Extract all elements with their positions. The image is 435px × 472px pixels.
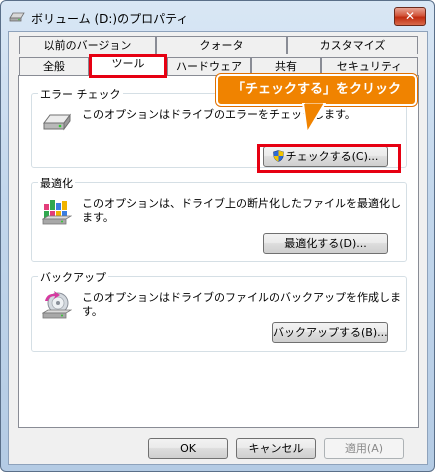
callout-text: 「チェックする」をクリック <box>231 82 401 97</box>
close-icon: ✕ <box>404 9 416 23</box>
backup-title: バックアップ <box>38 269 108 285</box>
backup-label: バックアップする(B)... <box>273 326 388 339</box>
tab-label: セキュリティ <box>336 60 403 73</box>
backup-group: バックアップ このオプションはドライブのファイルのバックアップを作成します。 バ… <box>31 269 407 352</box>
tab-security[interactable]: セキュリティ <box>321 57 418 75</box>
apply-label: 適用(A) <box>344 442 384 455</box>
optimize-label: 最適化する(D)... <box>284 237 367 250</box>
ok-button[interactable]: OK <box>148 438 228 459</box>
tab-hardware[interactable]: ハードウェア <box>167 57 251 75</box>
tab-quota[interactable]: クォータ <box>156 36 287 54</box>
tab-label: 共有 <box>275 60 297 73</box>
error-check-title: エラー チェック <box>38 86 123 102</box>
defrag-icon <box>41 198 73 231</box>
callout-arrow-icon <box>301 100 327 138</box>
tab-label: クォータ <box>199 39 244 52</box>
tab-sharing[interactable]: 共有 <box>251 57 321 75</box>
tab-label: ハードウェア <box>176 60 242 73</box>
cancel-label: キャンセル <box>248 442 304 455</box>
tab-label: 全般 <box>43 60 65 73</box>
window-title: ボリューム (D:)のプロパティ <box>31 12 189 26</box>
optimize-group: 最適化 このオプションは、ドライブ上の断片化したファイルを最適化します。 最適化… <box>31 175 407 262</box>
properties-window: ボリューム (D:)のプロパティ ✕ 以前のバージョン クォータ カスタマイズ … <box>0 0 435 472</box>
tab-general[interactable]: 全般 <box>19 57 89 75</box>
cancel-button[interactable]: キャンセル <box>236 438 316 459</box>
drive-icon <box>9 12 25 22</box>
check-now-highlight <box>257 144 401 173</box>
backup-icon <box>41 291 73 324</box>
optimize-description: このオプションは、ドライブ上の断片化したファイルを最適化します。 <box>82 197 401 224</box>
tab-label: カスタマイズ <box>319 39 386 52</box>
optimize-title: 最適化 <box>38 175 75 191</box>
optimize-button[interactable]: 最適化する(D)... <box>263 233 388 254</box>
tab-tools-highlight <box>89 54 167 78</box>
tools-panel: エラー チェック このオプションはドライブのエラーをチェックします。 チェックす… <box>18 75 419 428</box>
instruction-callout: 「チェックする」をクリック <box>216 74 417 106</box>
hard-drive-icon <box>42 112 72 135</box>
tab-customize[interactable]: カスタマイズ <box>287 36 418 54</box>
apply-button[interactable]: 適用(A) <box>324 438 404 459</box>
tab-label: 以前のバージョン <box>43 39 132 52</box>
close-button[interactable]: ✕ <box>394 7 426 26</box>
backup-description: このオプションはドライブのファイルのバックアップを作成します。 <box>82 291 401 318</box>
backup-button[interactable]: バックアップする(B)... <box>272 322 388 343</box>
error-check-description: このオプションはドライブのエラーをチェックします。 <box>82 108 356 121</box>
tab-previous-versions[interactable]: 以前のバージョン <box>19 36 156 54</box>
title-bar[interactable]: ボリューム (D:)のプロパティ ✕ <box>1 1 434 35</box>
ok-label: OK <box>180 442 196 455</box>
